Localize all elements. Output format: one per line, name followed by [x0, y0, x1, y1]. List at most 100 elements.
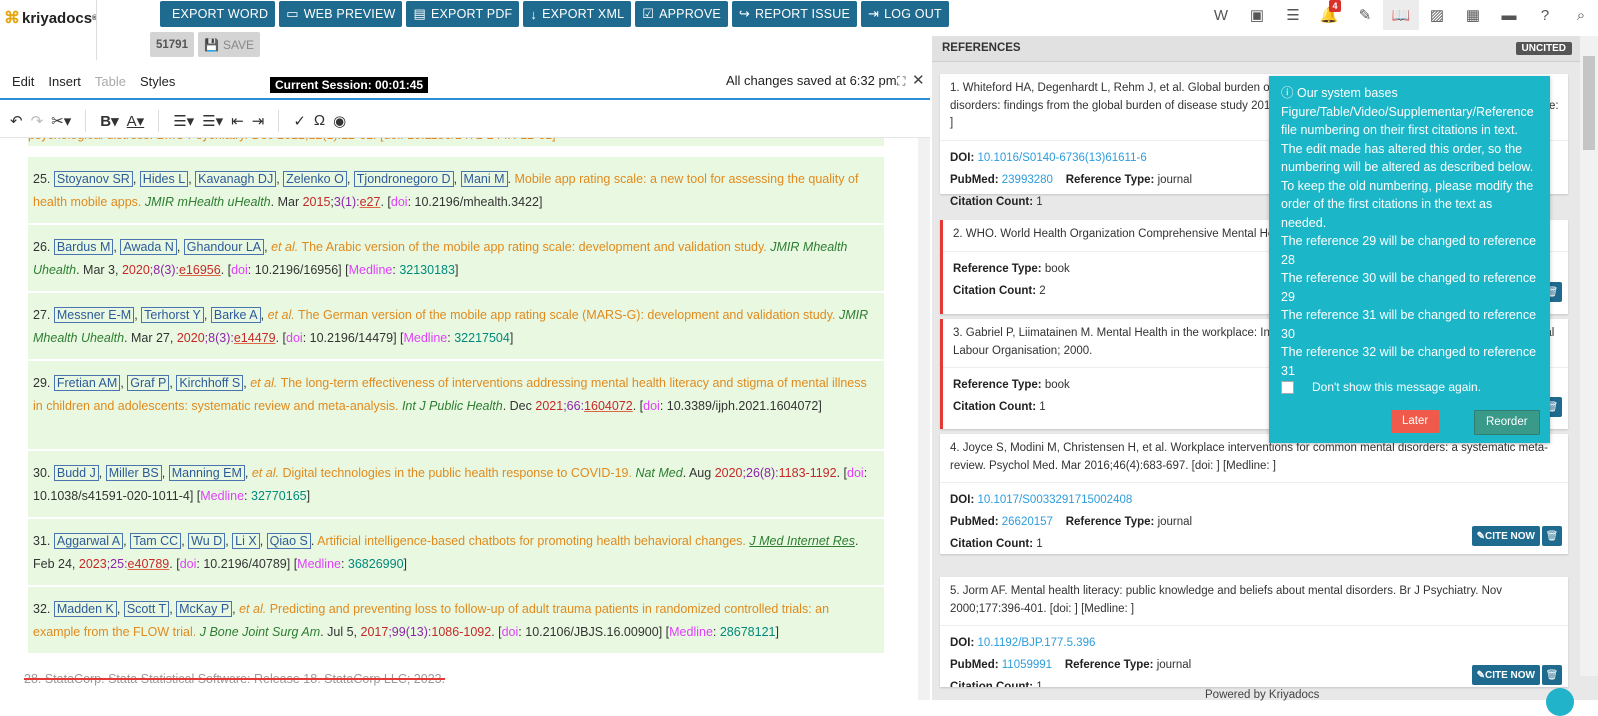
author[interactable]: Scott T [123, 601, 170, 617]
logout-icon: ⇥ [868, 6, 880, 21]
pubmed-link[interactable]: 26620157 [1002, 516, 1053, 528]
preview-eye-icon[interactable]: ◉ [333, 112, 346, 130]
spellcheck-icon[interactable]: ✓ [293, 112, 306, 130]
export-pdf-button[interactable]: ▤ EXPORT PDF [406, 1, 520, 27]
menu-insert[interactable]: Insert [48, 74, 81, 89]
author[interactable]: McKay P [176, 601, 233, 617]
reference-32[interactable]: 32. Madden K, Scott T, McKay P, et al. P… [28, 587, 884, 654]
doi-link[interactable]: 10.1017/S0033291715002408 [977, 494, 1132, 506]
reference-25[interactable]: 25. Stoyanov SR, Hides L, Kavanagh DJ, Z… [28, 157, 884, 224]
author[interactable]: Aggarwal A [53, 533, 124, 549]
reference-29[interactable]: 29. Fretian AM, Graf P, Kirchhoff S, et … [28, 361, 884, 450]
help-chat-icon[interactable] [1546, 688, 1574, 716]
cite-now-button[interactable]: ✎ CITE NOW [1471, 526, 1540, 546]
article-title: Artificial intelligence-based chatbots f… [317, 534, 746, 548]
cut-icon[interactable]: ✂▾ [51, 112, 71, 130]
help-icon[interactable]: ? [1527, 0, 1563, 30]
menu-edit[interactable]: Edit [12, 74, 34, 89]
author[interactable]: Stoyanov SR [53, 171, 133, 187]
reference-31[interactable]: 31. Aggarwal A, Tam CC, Wu D, Li X, Qiao… [28, 519, 884, 586]
search-icon[interactable]: ⌕ [1563, 0, 1598, 30]
cite-now-button[interactable]: ✎ CITE NOW [1471, 665, 1540, 685]
author[interactable]: Qiao S [266, 533, 311, 549]
change-line: The reference 32 will be changed to refe… [1281, 345, 1537, 378]
author[interactable]: Tam CC [130, 533, 182, 549]
panel-scrollbar[interactable] [1580, 36, 1598, 676]
reference-card[interactable]: 4. Joyce S, Modini M, Christensen H, et … [940, 434, 1568, 554]
pubmed-link[interactable]: 23993280 [1002, 174, 1053, 186]
table-icon[interactable]: ▦ [1455, 0, 1491, 30]
editor-scrollbar[interactable] [918, 138, 930, 700]
delete-reference-button[interactable]: 🗑 [1542, 526, 1562, 546]
author[interactable]: Manning EM [168, 465, 245, 481]
image-icon[interactable]: ▨ [1419, 0, 1455, 30]
bullet-list-icon[interactable]: ☰▾ [173, 112, 194, 130]
editor-content[interactable]: psychological distress. BMC Psychiatry. … [0, 138, 918, 700]
author[interactable]: Tjondronegoro D [353, 171, 454, 187]
export-xml-button[interactable]: ↓ EXPORT XML [523, 1, 632, 27]
author[interactable]: Kavanagh DJ [195, 171, 277, 187]
word-doc-icon[interactable]: W [1203, 0, 1239, 30]
author[interactable]: Fretian AM [53, 375, 121, 391]
approve-button[interactable]: ☑ APPROVE [635, 1, 728, 27]
later-button[interactable]: Later [1391, 410, 1440, 433]
doi-link[interactable]: 10.1192/BJP.177.5.396 [977, 637, 1095, 649]
scroll-thumb[interactable] [1583, 56, 1595, 150]
dont-show-checkbox[interactable] [1281, 380, 1294, 394]
list-icon[interactable]: ☰ [1275, 0, 1311, 30]
session-timer: Current Session: 00:01:45 [270, 77, 429, 93]
author[interactable]: Barke A [210, 307, 261, 323]
app-logo[interactable]: ⌘ kriyadocs ® [4, 6, 97, 30]
reorder-button[interactable]: Reorder [1474, 410, 1540, 435]
edit-note-icon[interactable]: ✎ [1347, 0, 1383, 30]
image-stack-icon[interactable]: ▣ [1239, 0, 1275, 30]
reference-26[interactable]: 26. Bardus M, Awada N, Ghandour LA, et a… [28, 225, 884, 292]
close-icon[interactable]: ✕ [912, 71, 925, 89]
author[interactable]: Bardus M [53, 239, 114, 255]
author[interactable]: Zelenko O [283, 171, 347, 187]
reference-card[interactable]: 5. Jorm AF. Mental health literacy: publ… [940, 577, 1568, 687]
reference-27[interactable]: 27. Messner E-M, Terhorst Y, Barke A, et… [28, 293, 884, 360]
author[interactable]: Graf P [127, 375, 170, 391]
author[interactable]: Awada N [120, 239, 177, 255]
author[interactable]: Messner E-M [53, 307, 135, 323]
author[interactable]: Ghandour LA [183, 239, 265, 255]
folder-icon[interactable]: ▬ [1491, 0, 1527, 30]
menu-styles[interactable]: Styles [140, 74, 175, 89]
delete-reference-button[interactable]: 🗑 [1542, 665, 1562, 685]
report-issue-button[interactable]: ↪ REPORT ISSUE [731, 1, 858, 27]
bold-icon[interactable]: B▾ [100, 112, 118, 130]
save-button[interactable]: 💾 SAVE [197, 32, 261, 57]
author[interactable]: Kirchhoff S [176, 375, 244, 391]
font-color-icon[interactable]: A▾ [127, 112, 145, 130]
author[interactable]: Hides L [139, 171, 189, 187]
web-preview-button[interactable]: ▭ WEB PREVIEW [279, 1, 403, 27]
info-icon: ⓘ [1281, 86, 1294, 100]
undo-icon[interactable]: ↶ [10, 112, 23, 130]
saved-status: All changes saved at 6:32 pm [726, 73, 897, 88]
author[interactable]: Terhorst Y [141, 307, 204, 323]
editor-menu-row: Edit Insert Table Styles Current Session… [0, 68, 930, 100]
author[interactable]: Li X [232, 533, 260, 549]
numbered-list-icon[interactable]: ☰▾ [202, 112, 223, 130]
export-word-button[interactable]: EXPORT WORD [160, 1, 276, 27]
author[interactable]: Budd J [53, 465, 99, 481]
pubmed-link[interactable]: 11059991 [1002, 659, 1052, 671]
author[interactable]: Mani M [460, 171, 508, 187]
reference-30[interactable]: 30. Budd J, Miller BS, Manning EM, et al… [28, 451, 884, 518]
doi-link[interactable]: 10.1016/S0140-6736(13)61611-6 [977, 152, 1146, 164]
uncited-badge[interactable]: UNCITED [1515, 42, 1572, 55]
journal: J Med Internet Res [749, 534, 855, 548]
redo-icon[interactable]: ↷ [31, 112, 44, 130]
author[interactable]: Miller BS [105, 465, 162, 481]
author[interactable]: Wu D [188, 533, 226, 549]
bell-icon[interactable]: 🔔 4 [1311, 0, 1347, 30]
article-title: The Arabic version of the mobile app rat… [301, 240, 767, 254]
outdent-icon[interactable]: ⇤ [231, 112, 244, 130]
log-out-button[interactable]: ⇥ LOG OUT [861, 1, 949, 27]
author[interactable]: Madden K [53, 601, 117, 617]
indent-icon[interactable]: ⇥ [252, 112, 265, 130]
expand-icon[interactable]: ⛶ [897, 74, 905, 89]
references-book-icon[interactable]: 📖 [1383, 0, 1419, 30]
special-char-icon[interactable]: Ω [314, 112, 325, 129]
